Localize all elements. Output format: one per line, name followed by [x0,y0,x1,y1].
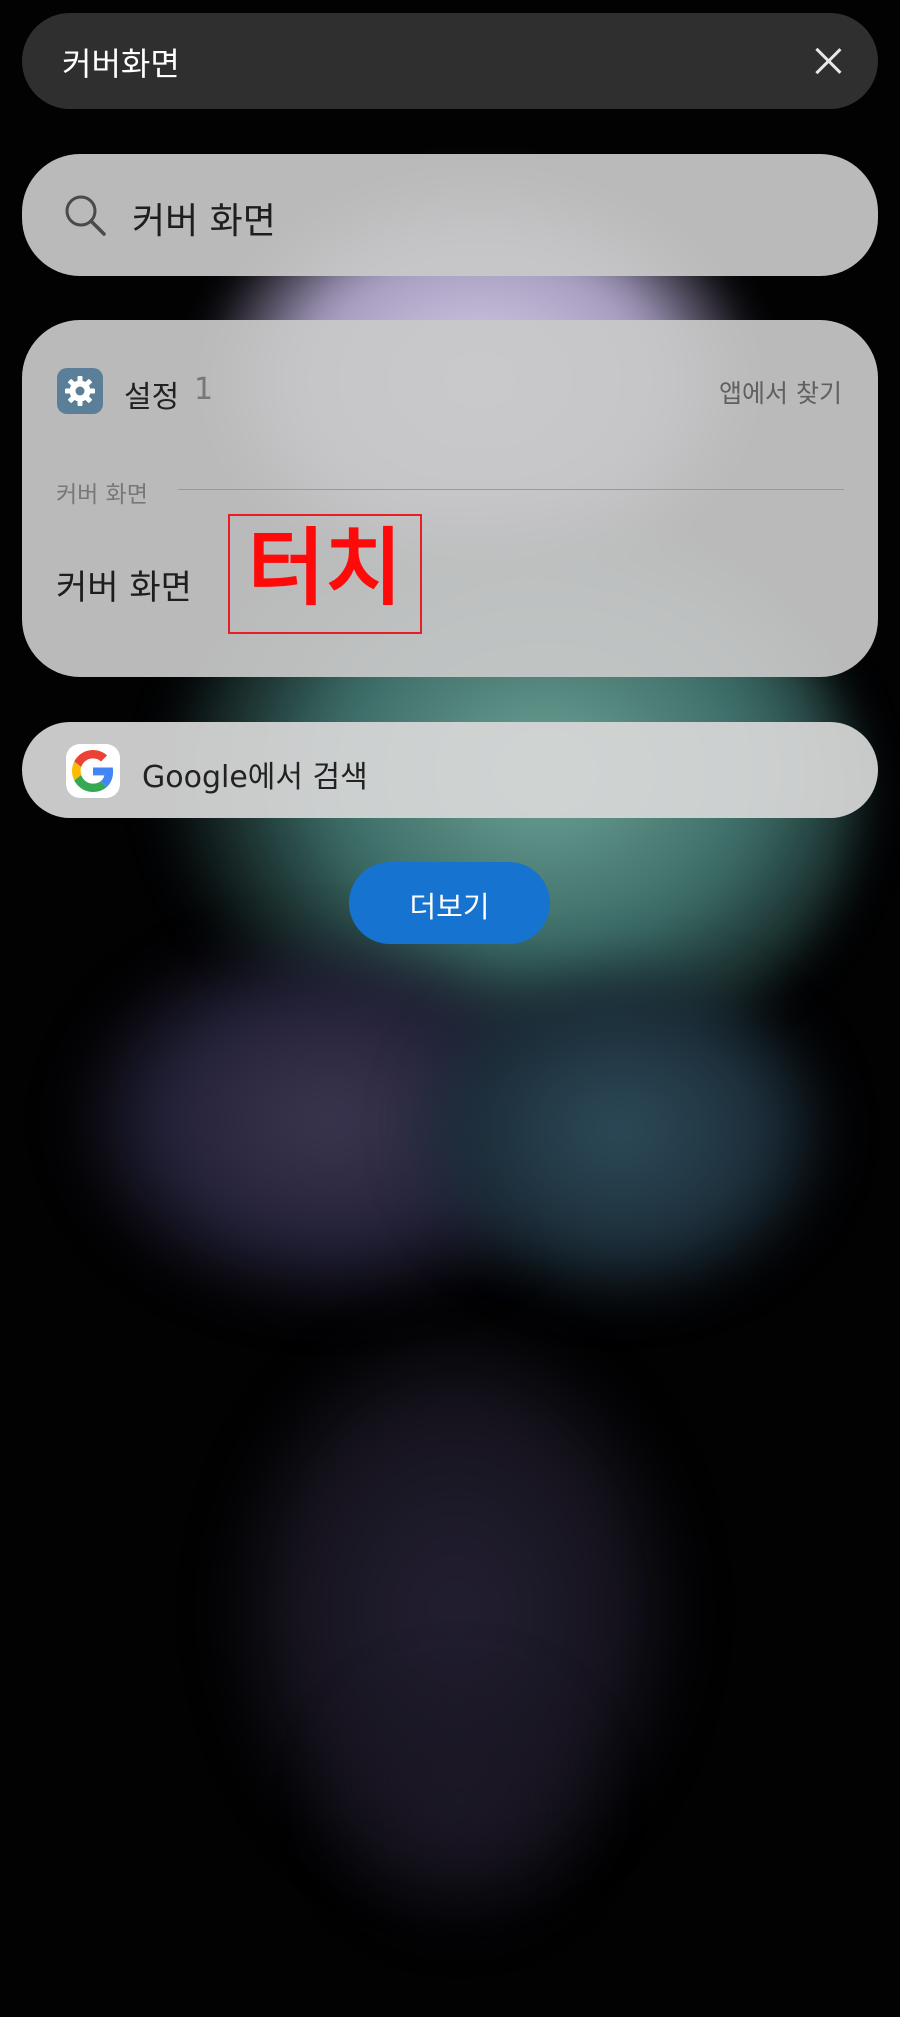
section-label: 커버 화면 [56,482,148,508]
section-divider [178,489,844,490]
settings-result-card: 설정 1 앱에서 찾기 커버 화면 커버 화면 터치 [22,320,878,677]
google-search-row[interactable]: Google에서 검색 [22,722,878,818]
wallpaper [0,0,900,2017]
close-icon[interactable] [802,35,854,87]
result-count: 1 [194,372,214,407]
search-input[interactable]: 커버 화면 [22,154,878,276]
google-icon [66,744,120,798]
more-button-label[interactable]: 더보기 [349,884,550,926]
search-query[interactable]: 커버 화면 [132,192,276,244]
search-icon [60,190,112,242]
more-button[interactable]: 더보기 [349,862,550,944]
find-in-app-link[interactable]: 앱에서 찾기 [719,374,842,410]
result-item-cover-screen[interactable]: 커버 화면 [56,560,192,609]
wallpaper-blob [410,960,830,1300]
google-search-label[interactable]: Google에서 검색 [142,752,368,796]
gear-icon[interactable] [57,368,103,414]
touch-annotation-text: 터치 [247,519,403,617]
app-name-settings[interactable]: 설정 [124,372,179,416]
search-header-bar[interactable]: 커버화면 [22,13,878,109]
wallpaper-blob [300,1650,620,1950]
header-query-text[interactable]: 커버화면 [62,39,180,85]
touch-annotation-box: 터치 [228,514,422,634]
